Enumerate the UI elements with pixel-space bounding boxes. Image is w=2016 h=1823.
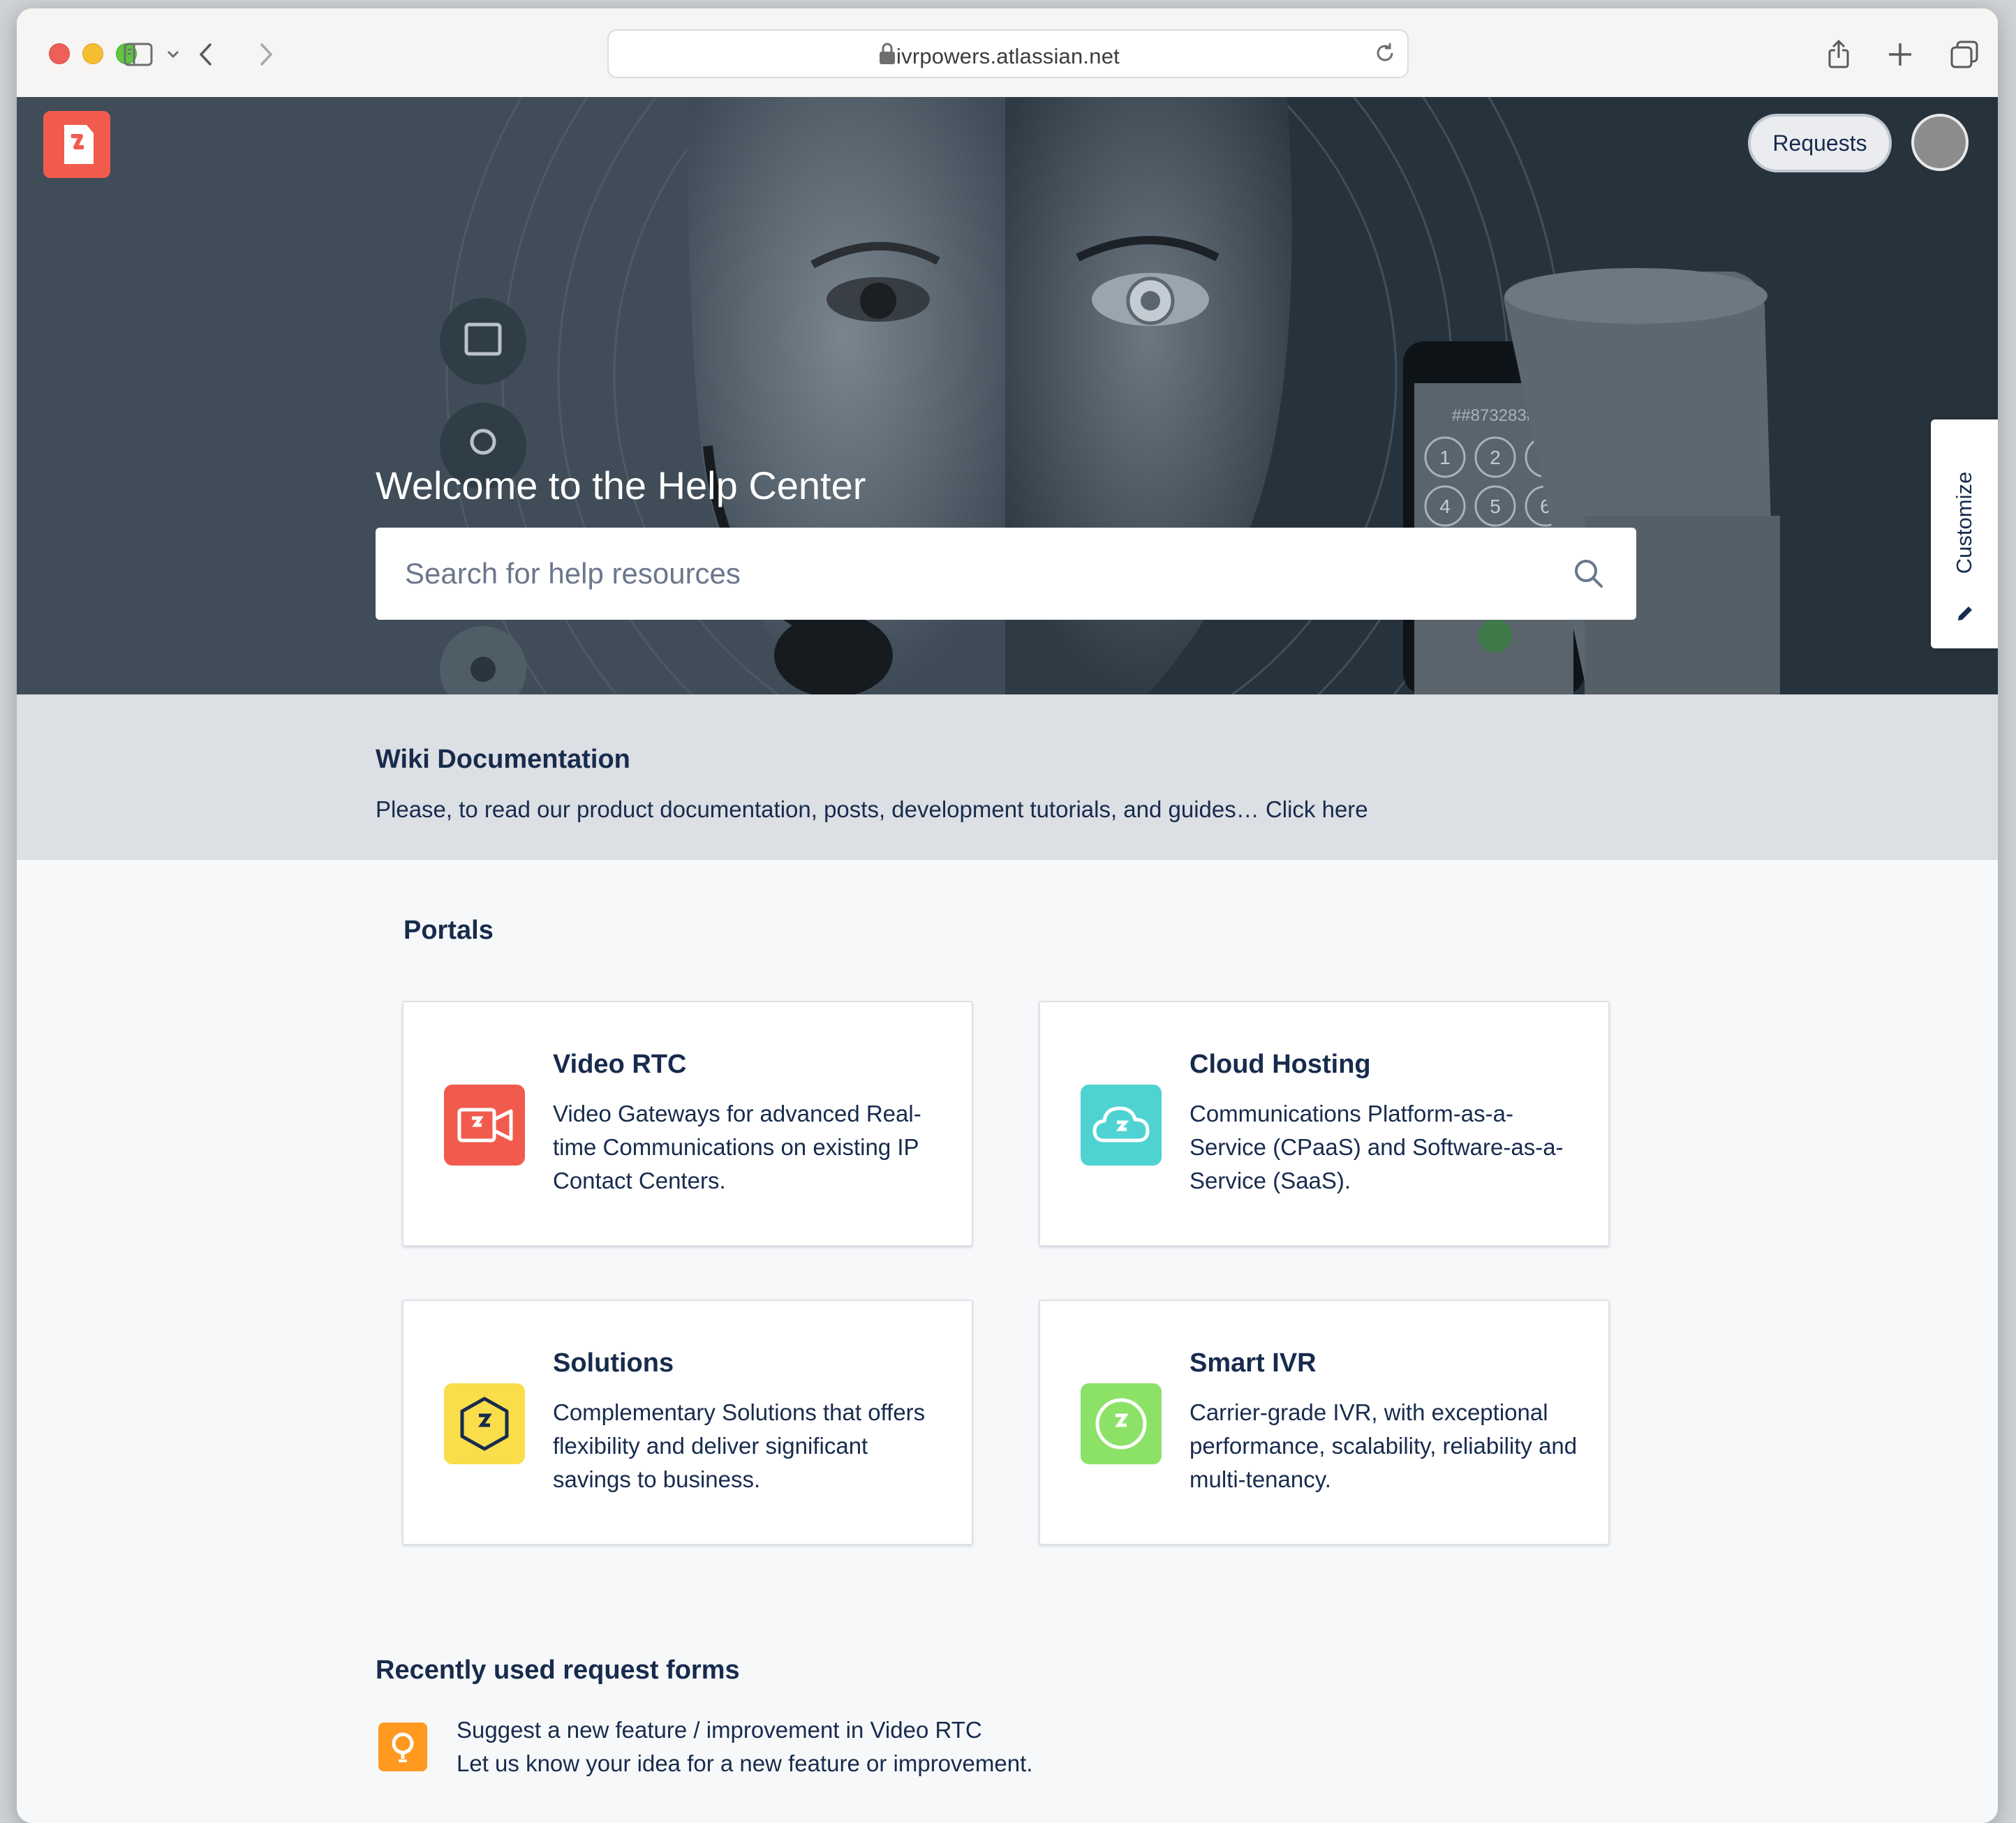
portal-card-video-rtc[interactable]: Video RTC Video Gateways for advanced Re…	[402, 1001, 973, 1247]
recent-form-description: Let us know your idea for a new feature …	[457, 1750, 1033, 1776]
customize-button[interactable]: Customize	[1931, 419, 1998, 648]
hero-banner: ##873283# 1 2 3 4 5 6	[17, 97, 1998, 694]
cloud-icon	[1081, 1085, 1162, 1166]
page-title: Welcome to the Help Center	[376, 463, 866, 507]
help-center-logo[interactable]	[43, 111, 110, 178]
portal-card-cloud-hosting[interactable]: Cloud Hosting Communications Platform-as…	[1039, 1001, 1610, 1247]
new-tab-icon[interactable]	[1885, 39, 1915, 70]
recent-forms-heading: Recently used request forms	[376, 1655, 740, 1685]
tab-overview-icon[interactable]	[1949, 39, 1980, 70]
portal-description: Communications Platform-as-a-Service (CP…	[1189, 1101, 1564, 1193]
lightbulb-icon	[378, 1722, 427, 1771]
recent-form-link[interactable]: Suggest a new feature / improvement in V…	[457, 1717, 982, 1743]
keypad-key: 4	[1439, 496, 1451, 517]
forward-arrow-icon[interactable]	[250, 39, 281, 70]
share-icon[interactable]	[1823, 39, 1854, 70]
address-bar[interactable]: ivrpowers.atlassian.net	[607, 29, 1409, 78]
back-arrow-icon[interactable]	[191, 39, 222, 70]
sidebar-toggle-icon[interactable]	[123, 39, 154, 70]
portal-title: Solutions	[553, 1348, 674, 1378]
portal-description: Carrier-grade IVR, with exceptional perf…	[1189, 1399, 1578, 1492]
logo-icon	[64, 125, 94, 164]
wiki-click-here-link[interactable]: Click here	[1266, 796, 1368, 822]
wiki-announcement: Wiki Documentation Please, to read our p…	[17, 694, 1998, 860]
keypad-key: 2	[1490, 447, 1501, 468]
close-window-button[interactable]	[49, 43, 70, 64]
portal-description: Video Gateways for advanced Real-time Co…	[553, 1101, 921, 1193]
keypad-key: 5	[1490, 496, 1501, 517]
chevron-down-icon[interactable]	[165, 39, 181, 70]
minimize-window-button[interactable]	[82, 43, 103, 64]
portals-heading: Portals	[403, 916, 494, 945]
portal-description: Complementary Solutions that offers flex…	[553, 1399, 926, 1492]
circle-arrow-icon	[1081, 1383, 1162, 1464]
browser-toolbar: ivrpowers.atlassian.net	[17, 8, 1998, 98]
browser-window: ivrpowers.atlassian.net ##873283# 1 2 4 …	[17, 8, 1998, 1823]
wiki-description: Please, to read our product documentatio…	[376, 796, 1266, 822]
portal-title: Smart IVR	[1189, 1348, 1317, 1378]
reload-icon[interactable]	[1372, 40, 1398, 66]
video-camera-icon	[444, 1085, 525, 1166]
search-placeholder: Search for help resources	[405, 557, 741, 590]
wiki-text: Please, to read our product documentatio…	[376, 796, 1368, 823]
search-input[interactable]: Search for help resources	[376, 528, 1636, 620]
search-icon[interactable]	[1571, 556, 1606, 591]
phone-display-text: ##873283#	[1452, 406, 1536, 425]
url-text: ivrpowers.atlassian.net	[896, 44, 1120, 68]
hexagon-icon	[444, 1383, 525, 1464]
pencil-icon	[1958, 607, 1972, 620]
portal-card-solutions[interactable]: Solutions Complementary Solutions that o…	[402, 1300, 973, 1545]
portal-title: Video RTC	[553, 1050, 687, 1079]
keypad-key: 1	[1439, 447, 1451, 468]
customize-label: Customize	[1952, 471, 1976, 574]
avatar[interactable]	[1911, 114, 1969, 171]
wiki-title: Wiki Documentation	[376, 745, 630, 774]
requests-button[interactable]: Requests	[1748, 114, 1892, 172]
portal-title: Cloud Hosting	[1189, 1050, 1371, 1079]
portal-card-smart-ivr[interactable]: Smart IVR Carrier-grade IVR, with except…	[1039, 1300, 1610, 1545]
